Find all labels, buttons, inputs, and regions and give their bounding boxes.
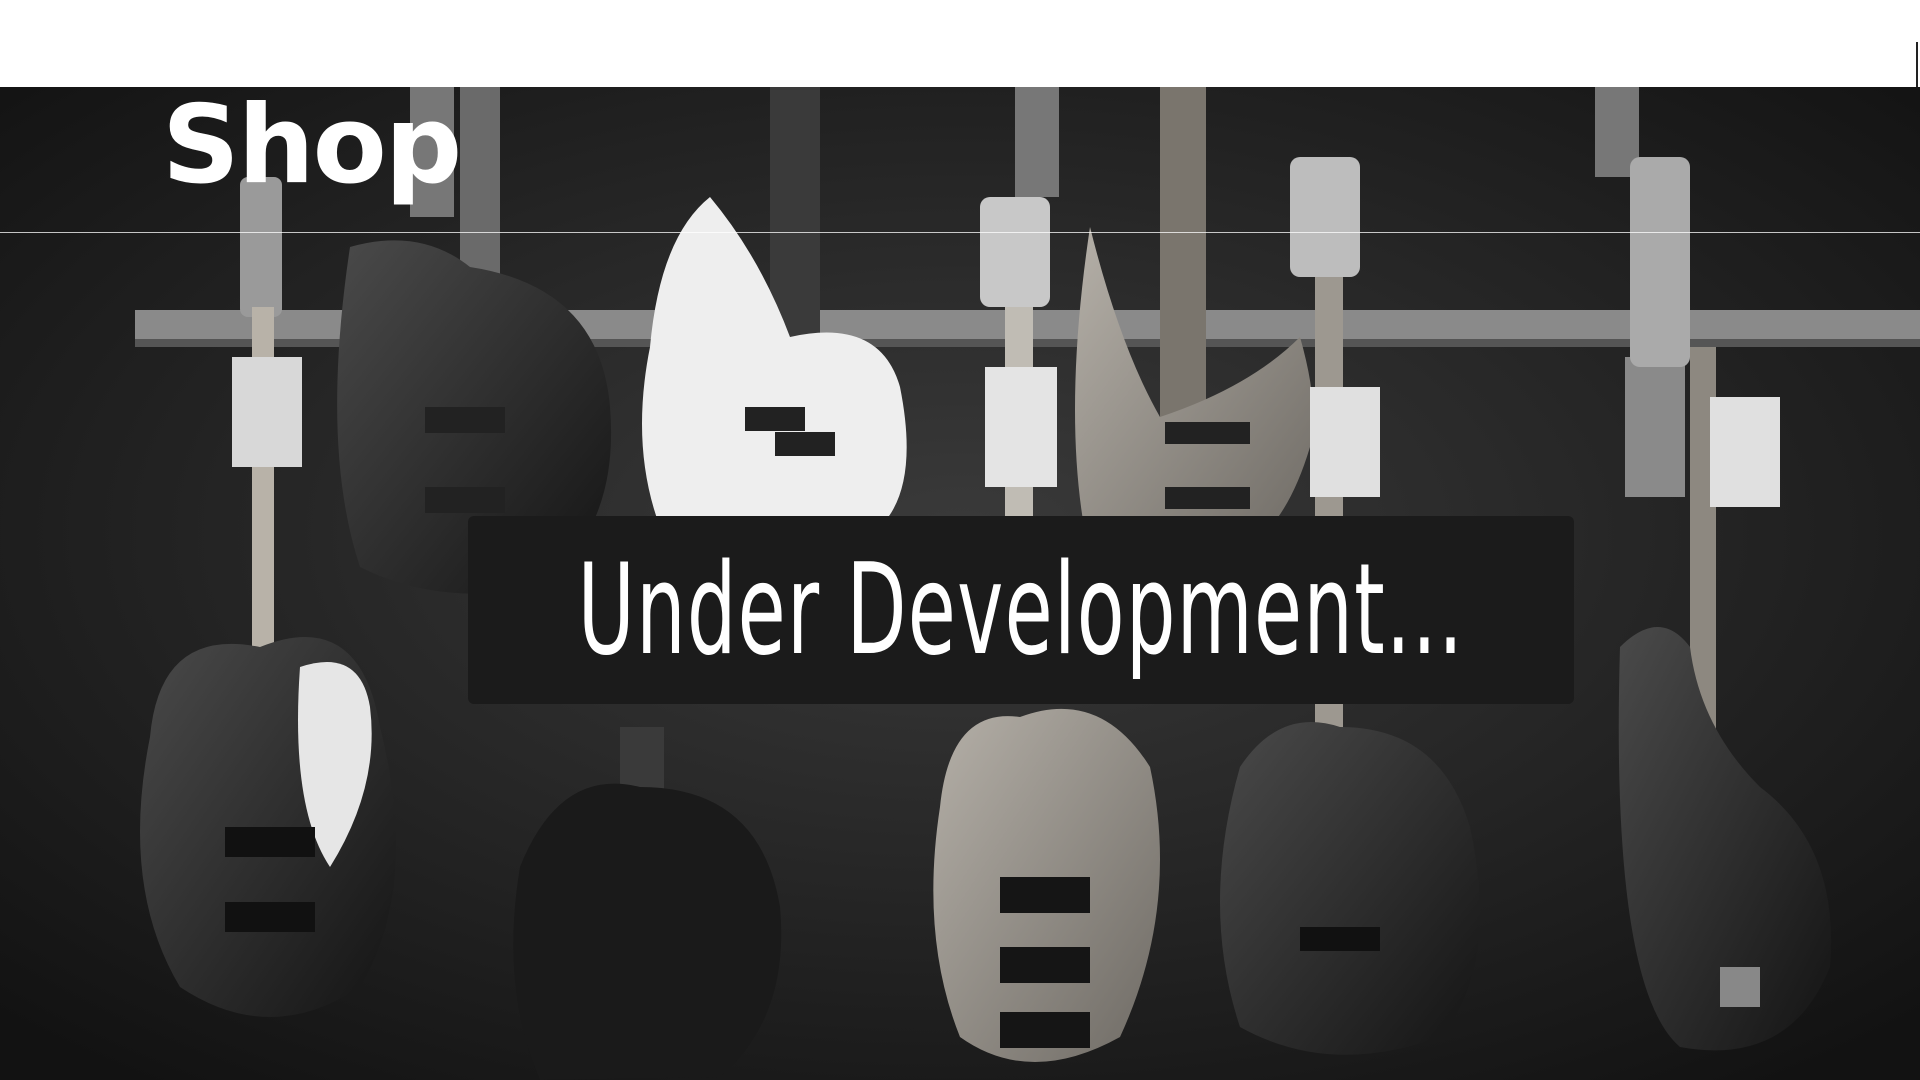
top-header-bar: [0, 0, 1920, 87]
header-edge-mark: [1916, 42, 1918, 87]
page-title: Shop: [162, 83, 462, 208]
page: Shop Under Development...: [0, 0, 1920, 1080]
status-message: Under Development...: [577, 536, 1465, 683]
under-development-banner: Under Development...: [468, 516, 1574, 704]
header-divider: [0, 232, 1920, 233]
